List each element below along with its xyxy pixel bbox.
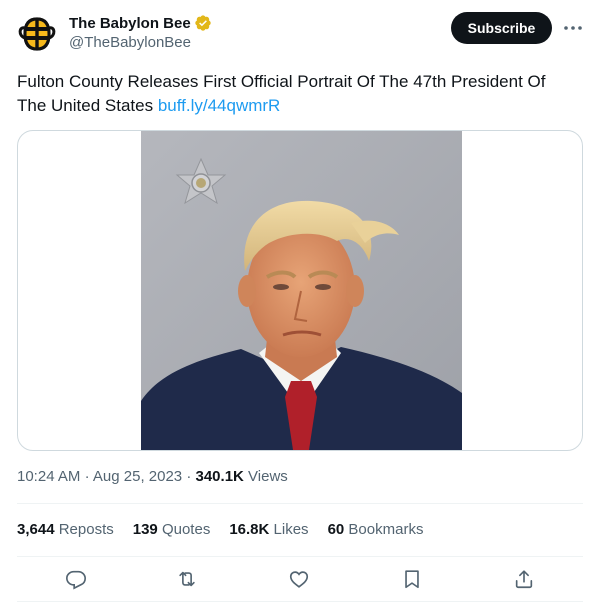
stat-bookmarks[interactable]: 60 Bookmarks	[328, 521, 424, 538]
tweet-date[interactable]: Aug 25, 2023	[93, 468, 182, 485]
tweet-time[interactable]: 10:24 AM	[17, 468, 80, 485]
stat-reposts[interactable]: 3,644 Reposts	[17, 521, 114, 538]
share-icon[interactable]	[513, 568, 535, 590]
views-label: Views	[248, 468, 288, 485]
views-count: 340.1K	[195, 468, 244, 485]
tweet-text: Fulton County Releases First Official Po…	[17, 70, 577, 118]
like-icon[interactable]	[288, 568, 310, 590]
tweet-link[interactable]: buff.ly/44qwmrR	[158, 96, 281, 115]
author-name-row: The Babylon Bee	[69, 14, 212, 32]
more-dots-icon	[564, 26, 582, 30]
reposts-label: Reposts	[58, 521, 114, 538]
reposts-count: 3,644	[17, 521, 55, 538]
bookmark-icon[interactable]	[401, 568, 423, 590]
bookmarks-count: 60	[327, 521, 345, 538]
divider-top	[17, 503, 583, 504]
reply-icon[interactable]	[65, 568, 87, 590]
divider-middle	[17, 556, 583, 557]
tweet-media[interactable]	[17, 130, 583, 451]
likes-label: Likes	[273, 521, 309, 538]
tweet-body: Fulton County Releases First Official Po…	[17, 72, 546, 115]
quotes-label: Quotes	[161, 521, 211, 538]
likes-count: 16.8K	[229, 521, 270, 538]
meta-separator: ·	[84, 468, 90, 485]
quotes-count: 139	[132, 521, 158, 538]
tweet-meta: 10:24 AM · Aug 25, 2023 · 340.1K Views	[17, 468, 288, 485]
bookmarks-label: Bookmarks	[348, 521, 424, 538]
stat-quotes[interactable]: 139 Quotes	[133, 521, 211, 538]
subscribe-button[interactable]: Subscribe	[451, 12, 552, 44]
engagement-stats: 3,644 Reposts 139 Quotes 16.8K Likes 60 …	[17, 521, 442, 538]
author-name[interactable]: The Babylon Bee	[69, 15, 191, 32]
repost-icon[interactable]	[176, 568, 198, 590]
verified-badge-icon[interactable]	[194, 14, 212, 32]
meta-separator: ·	[186, 468, 192, 485]
more-options-button[interactable]	[561, 17, 585, 39]
divider-bottom	[17, 601, 583, 602]
tweet-header: The Babylon Bee @TheBabylonBee Subscribe	[17, 12, 582, 56]
tweet-actions	[17, 563, 583, 597]
stat-likes[interactable]: 16.8K Likes	[229, 521, 308, 538]
babylon-bee-logo-avatar[interactable]	[17, 14, 57, 54]
portrait-photo[interactable]	[141, 131, 462, 450]
author-handle[interactable]: @TheBabylonBee	[69, 34, 191, 51]
